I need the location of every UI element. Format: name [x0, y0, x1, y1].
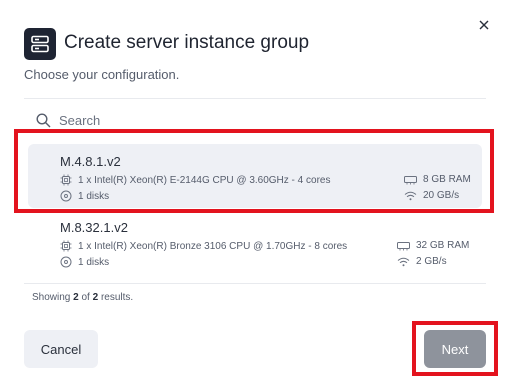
- results-prefix: Showing: [32, 292, 74, 303]
- search-icon: [36, 112, 51, 127]
- instance-name: M.4.8.1.v2: [60, 154, 121, 169]
- cpu-icon: [60, 240, 72, 252]
- instance-item-m-8-32-1-v2[interactable]: M.8.32.1.v2 1 x Intel(R) Xeon(R) Bronze …: [28, 210, 482, 274]
- create-instance-group-dialog: Create server instance group Choose your…: [0, 0, 510, 386]
- disk-text: 1 disks: [78, 190, 110, 202]
- network-text: 2 GB/s: [416, 256, 447, 267]
- results-count: Showing 2 of 2 results.: [32, 292, 133, 303]
- results-middle: of: [78, 292, 93, 303]
- network-text: 20 GB/s: [423, 190, 460, 201]
- cpu-spec: 1 x Intel(R) Xeon(R) Bronze 3106 CPU @ 1…: [60, 240, 347, 252]
- divider: [24, 98, 486, 99]
- results-suffix: results.: [98, 292, 134, 303]
- ram-text: 32 GB RAM: [416, 240, 470, 251]
- disk-spec: 1 disks: [60, 256, 109, 268]
- cpu-spec: 1 x Intel(R) Xeon(R) E-2144G CPU @ 3.60G…: [60, 174, 330, 186]
- cpu-text: 1 x Intel(R) Xeon(R) Bronze 3106 CPU @ 1…: [78, 240, 348, 252]
- cpu-text: 1 x Intel(R) Xeon(R) E-2144G CPU @ 3.60G…: [78, 174, 331, 186]
- wifi-icon: [397, 257, 410, 267]
- dialog-title: Create server instance group: [64, 32, 310, 53]
- wifi-icon: [404, 191, 417, 201]
- instance-name: M.8.32.1.v2: [60, 220, 128, 235]
- cancel-button[interactable]: Cancel: [24, 330, 98, 368]
- disk-icon: [60, 256, 72, 268]
- ram-text: 8 GB RAM: [423, 174, 471, 185]
- search-bar: [36, 110, 476, 130]
- cpu-icon: [60, 174, 72, 186]
- memory-icon: [397, 241, 410, 251]
- disk-text: 1 disks: [78, 256, 110, 268]
- ram-spec: 8 GB RAM: [404, 174, 471, 185]
- disk-spec: 1 disks: [60, 190, 109, 202]
- server-icon: [24, 28, 56, 60]
- search-input[interactable]: [59, 112, 439, 128]
- next-button[interactable]: Next: [424, 330, 486, 368]
- instance-item-m-4-8-1-v2[interactable]: M.4.8.1.v2 1 x Intel(R) Xeon(R) E-2144G …: [28, 144, 482, 208]
- disk-icon: [60, 190, 72, 202]
- ram-spec: 32 GB RAM: [397, 240, 469, 251]
- dialog-subtitle: Choose your configuration.: [24, 67, 180, 82]
- network-spec: 2 GB/s: [397, 256, 447, 267]
- close-icon: [479, 20, 489, 30]
- memory-icon: [404, 175, 417, 185]
- close-button[interactable]: [474, 15, 494, 35]
- network-spec: 20 GB/s: [404, 190, 459, 201]
- divider: [24, 283, 486, 284]
